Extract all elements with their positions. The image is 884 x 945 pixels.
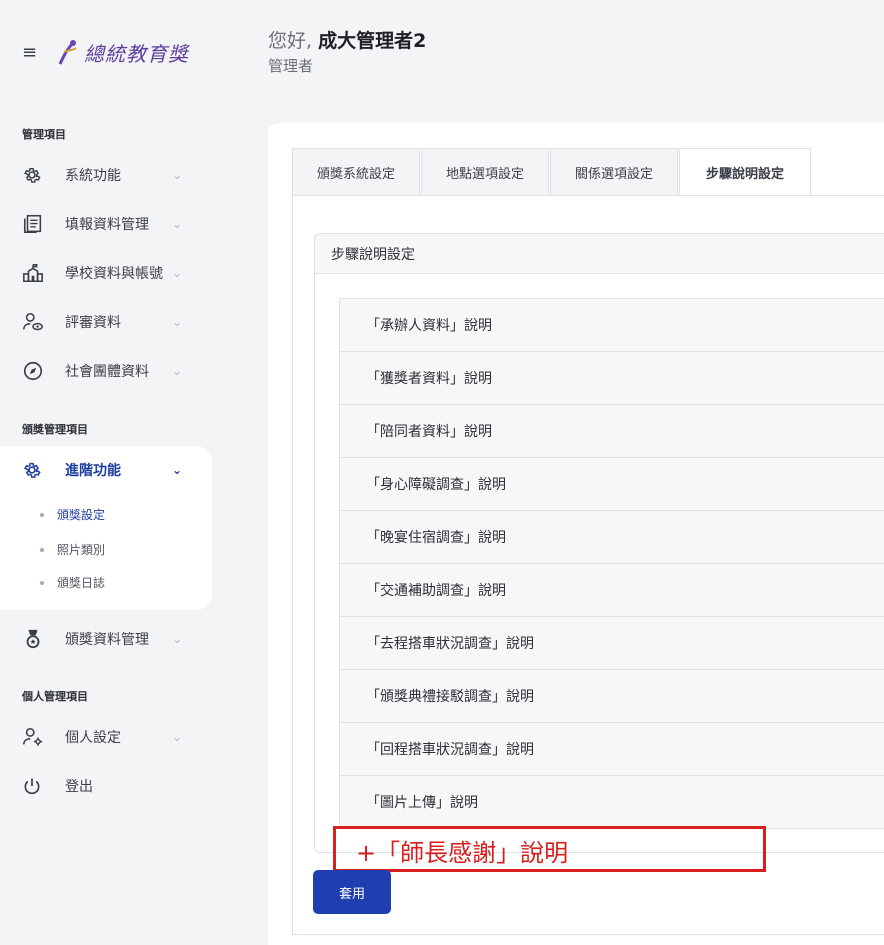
- chevron-down-icon: ⌄: [171, 266, 182, 280]
- annotation-text: +「師長感謝」說明: [356, 839, 569, 867]
- sidebar-item-logout[interactable]: 登出: [22, 771, 182, 801]
- list-item[interactable]: 「獲獎者資料」說明: [339, 352, 884, 405]
- sidebar-item-label: 學校資料與帳號: [65, 266, 163, 282]
- bullet-dot: [40, 580, 44, 585]
- tab-step-description[interactable]: 步驟說明設定: [679, 148, 812, 196]
- sidebar-item-review[interactable]: 評審資料 ⌄: [22, 307, 182, 337]
- sidebar-item-label: 社會團體資料: [65, 364, 149, 380]
- gear-icon: [22, 164, 52, 186]
- user-settings-icon: [22, 726, 52, 748]
- sidebar-subitem-label: 頒獎設定: [57, 508, 106, 522]
- sidebar-item-award-data[interactable]: 頒獎資料管理 ⌄: [22, 624, 182, 654]
- sidebar-item-personal-settings[interactable]: 個人設定 ⌄: [22, 722, 182, 752]
- sidebar-item-advanced[interactable]: 進階功能 ⌄: [22, 455, 182, 485]
- sidebar-item-report-data[interactable]: 填報資料管理 ⌄: [22, 209, 182, 239]
- card-title: 步驟說明設定: [315, 234, 884, 274]
- hamburger-icon[interactable]: ≡: [22, 42, 46, 63]
- logo-text: 總統教育獎: [84, 41, 189, 66]
- tab-location-options[interactable]: 地點選項設定: [421, 148, 550, 195]
- chevron-down-icon: ⌄: [171, 217, 182, 231]
- apply-button[interactable]: 套用: [313, 870, 391, 914]
- sidebar-group-advanced: 進階功能 ⌄ 頒獎設定 照片類別 頒獎日誌: [0, 446, 212, 610]
- tab-bar: 頒獎系統設定 地點選項設定 關係選項設定 步驟說明設定: [292, 148, 812, 196]
- user-name: 成大管理者2: [318, 30, 427, 52]
- sidebar-item-label: 登出: [65, 779, 93, 795]
- list-item[interactable]: 「陪同者資料」說明: [339, 405, 884, 458]
- list-item[interactable]: 「承辦人資料」說明: [339, 299, 884, 352]
- list-item[interactable]: 「交通補助調查」說明: [339, 564, 884, 617]
- school-icon: [22, 262, 52, 284]
- list-item[interactable]: 「回程搭車狀況調查」說明: [339, 723, 884, 776]
- section-title-personal: 個人管理項目: [22, 690, 88, 703]
- chevron-down-icon: ⌄: [171, 168, 182, 182]
- chevron-down-icon: ⌄: [171, 463, 182, 477]
- chevron-down-icon: ⌄: [171, 730, 182, 744]
- tab-relation-options[interactable]: 關係選項設定: [550, 148, 679, 195]
- user-view-icon: [22, 311, 52, 333]
- document-icon: [22, 213, 52, 235]
- sidebar-item-label: 個人設定: [65, 730, 121, 746]
- list-item[interactable]: 「圖片上傳」說明: [339, 776, 884, 829]
- step-list: 「承辦人資料」說明 「獲獎者資料」說明 「陪同者資料」說明 「身心障礙調查」說明…: [339, 298, 884, 829]
- chevron-down-icon: ⌄: [171, 632, 182, 646]
- gear-icon: [22, 459, 52, 481]
- sidebar: ≡ 總統教育獎 管理項目 系統功能 ⌄ 填報資料管理 ⌄ 學校資料與帳號 ⌄ 評…: [0, 0, 245, 945]
- greeting: 您好, 成大管理者2: [268, 26, 426, 53]
- sidebar-subitem-label: 頒獎日誌: [57, 576, 106, 590]
- sidebar-item-label: 頒獎資料管理: [65, 632, 149, 648]
- chevron-down-icon: ⌄: [171, 315, 182, 329]
- greeting-prefix: 您好,: [268, 30, 319, 52]
- sidebar-subitem-photo-category[interactable]: 照片類別: [40, 541, 105, 558]
- main-card: 頒獎系統設定 地點選項設定 關係選項設定 步驟說明設定 步驟說明設定 「承辦人資…: [268, 123, 884, 945]
- compass-icon: [22, 360, 52, 382]
- tab-pane: 步驟說明設定 「承辦人資料」說明 「獲獎者資料」說明 「陪同者資料」說明 「身心…: [292, 195, 884, 935]
- sidebar-item-label: 填報資料管理: [65, 217, 149, 233]
- bullet-dot: [40, 512, 44, 517]
- user-role: 管理者: [268, 57, 314, 75]
- sidebar-subitem-award-settings[interactable]: 頒獎設定: [40, 506, 105, 523]
- sidebar-item-school[interactable]: 學校資料與帳號 ⌄: [22, 258, 182, 288]
- sidebar-item-system[interactable]: 系統功能 ⌄: [22, 160, 182, 190]
- power-icon: [22, 775, 52, 797]
- sidebar-subitem-award-log[interactable]: 頒獎日誌: [40, 574, 105, 591]
- section-title-admin: 管理項目: [22, 128, 66, 141]
- sidebar-item-label: 進階功能: [65, 463, 121, 479]
- tab-award-system-settings[interactable]: 頒獎系統設定: [292, 148, 421, 195]
- sidebar-subitem-label: 照片類別: [57, 543, 106, 557]
- step-description-card: 步驟說明設定 「承辦人資料」說明 「獲獎者資料」說明 「陪同者資料」說明 「身心…: [314, 233, 884, 853]
- chevron-down-icon: ⌄: [171, 364, 182, 378]
- logo[interactable]: 總統教育獎: [56, 38, 189, 67]
- sidebar-item-label: 系統功能: [65, 168, 121, 184]
- medal-icon: [22, 628, 52, 650]
- bullet-dot: [40, 547, 44, 552]
- logo-figure-icon: [58, 40, 77, 65]
- list-item[interactable]: 「晚宴住宿調查」說明: [339, 511, 884, 564]
- annotation-box: +「師長感謝」說明: [333, 826, 766, 872]
- list-item[interactable]: 「去程搭車狀況調查」說明: [339, 617, 884, 670]
- brand: ≡ 總統教育獎: [22, 30, 189, 74]
- list-item[interactable]: 「頒獎典禮接駁調查」說明: [339, 670, 884, 723]
- sidebar-item-org[interactable]: 社會團體資料 ⌄: [22, 356, 182, 386]
- section-title-award: 頒獎管理項目: [22, 423, 88, 436]
- list-item[interactable]: 「身心障礙調查」說明: [339, 458, 884, 511]
- sidebar-item-label: 評審資料: [65, 315, 121, 331]
